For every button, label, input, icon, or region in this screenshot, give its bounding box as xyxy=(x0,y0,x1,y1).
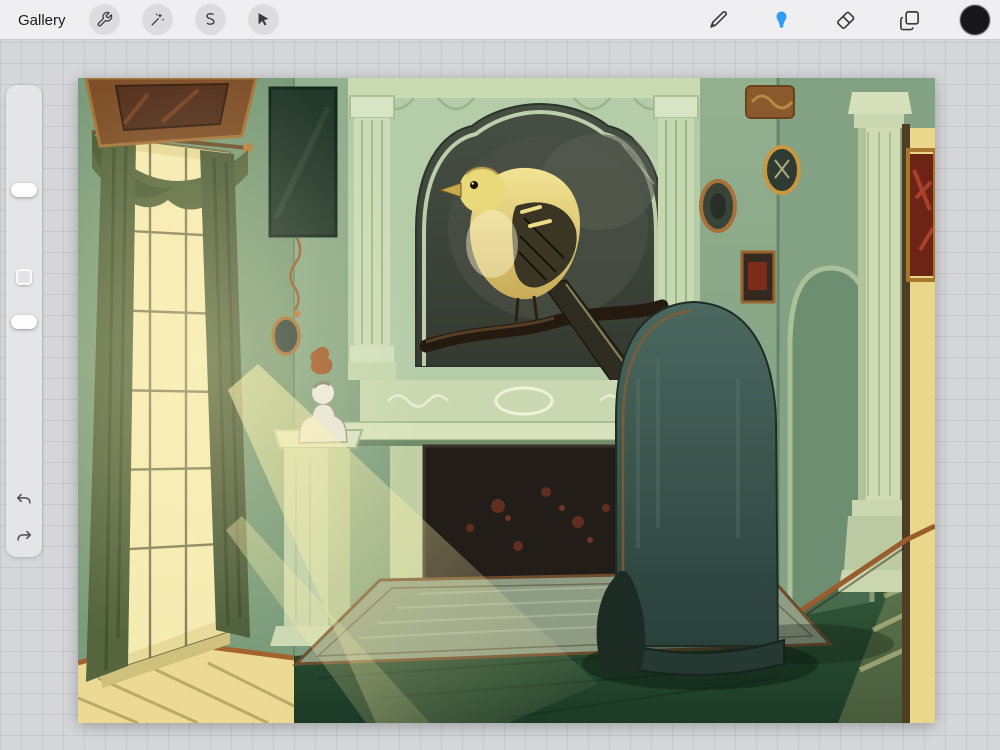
smudge-button[interactable] xyxy=(768,7,794,33)
transform-arrow-icon xyxy=(258,13,269,26)
procreate-app: Gallery xyxy=(0,0,1000,750)
selection-s-icon xyxy=(206,13,215,25)
layers-icon xyxy=(899,10,919,30)
redo-button[interactable] xyxy=(13,526,35,548)
canvas-artwork xyxy=(78,78,935,723)
brush-sidebar xyxy=(6,85,42,557)
layers-button[interactable] xyxy=(896,7,922,33)
undo-button[interactable] xyxy=(13,489,35,511)
wrench-icon xyxy=(97,11,113,27)
topbar: Gallery xyxy=(0,0,1000,40)
opacity-handle[interactable] xyxy=(11,315,37,329)
erase-button[interactable] xyxy=(832,7,858,33)
selection-button[interactable] xyxy=(195,4,226,35)
smudge-icon xyxy=(776,10,786,28)
transform-button[interactable] xyxy=(248,4,279,35)
modify-button[interactable] xyxy=(16,269,32,285)
gallery-button[interactable]: Gallery xyxy=(18,0,66,40)
color-button[interactable] xyxy=(960,5,990,35)
undo-icon xyxy=(16,493,31,504)
canvas[interactable] xyxy=(78,78,935,723)
brush-size-slider[interactable] xyxy=(6,91,42,263)
adjustments-button[interactable] xyxy=(142,4,173,35)
current-color-swatch xyxy=(960,5,990,35)
redo-icon xyxy=(17,530,32,541)
actions-button[interactable] xyxy=(89,4,120,35)
opacity-slider[interactable] xyxy=(6,285,42,457)
right-tool-group xyxy=(704,0,990,40)
brush-size-handle[interactable] xyxy=(11,183,37,197)
eraser-icon xyxy=(836,11,854,29)
magic-wand-icon xyxy=(151,13,164,26)
brush-icon xyxy=(709,10,727,28)
paint-button[interactable] xyxy=(704,7,730,33)
left-tool-group xyxy=(89,4,279,35)
